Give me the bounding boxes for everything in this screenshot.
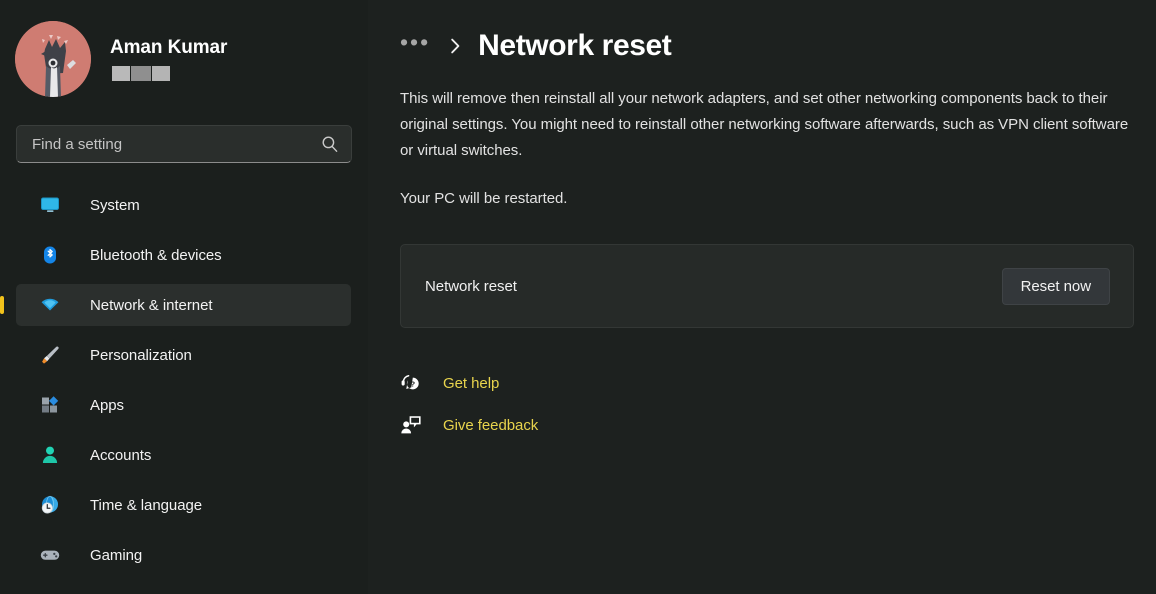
sidebar-item-apps[interactable]: Apps: [16, 384, 351, 426]
reset-now-button[interactable]: Reset now: [1001, 267, 1110, 305]
card-label: Network reset: [425, 277, 517, 295]
globe-clock-icon: [40, 495, 60, 515]
account-header[interactable]: Aman Kumar: [0, 19, 368, 99]
link-label: Give feedback: [443, 416, 539, 434]
svg-text:?: ?: [410, 380, 415, 389]
link-label: Get help: [443, 374, 500, 392]
sidebar-nav: System Bluetooth & devices Network & int…: [0, 184, 368, 576]
sidebar-item-system[interactable]: System: [16, 184, 351, 226]
wifi-icon: [40, 295, 60, 315]
give-feedback-link[interactable]: Give feedback: [400, 408, 538, 442]
sidebar-item-label: Bluetooth & devices: [90, 246, 222, 264]
sidebar-item-label: System: [90, 196, 140, 214]
sidebar-item-network-internet[interactable]: Network & internet: [16, 284, 351, 326]
user-avatar-illustration: [15, 21, 91, 97]
network-reset-card: Network reset Reset now: [400, 244, 1134, 328]
search-input[interactable]: [32, 135, 321, 153]
search-icon[interactable]: [321, 135, 339, 153]
person-icon: [40, 445, 60, 465]
sidebar-item-label: Network & internet: [90, 296, 213, 314]
account-name: Aman Kumar: [110, 37, 228, 58]
sidebar-item-label: Time & language: [90, 496, 203, 514]
redaction-block: [151, 66, 170, 81]
feedback-person-icon: [400, 414, 422, 436]
settings-sidebar: Aman Kumar Syste: [0, 0, 368, 594]
main-content: ••• Network reset This will remove then …: [368, 0, 1156, 594]
redaction-block: [131, 66, 151, 81]
chevron-right-icon: [450, 37, 461, 55]
breadcrumb: ••• Network reset: [400, 22, 1136, 70]
account-email-redacted: [112, 66, 170, 81]
page-title: Network reset: [478, 29, 672, 62]
help-question-icon: ?: [400, 372, 422, 394]
get-help-link[interactable]: ? Get help: [400, 366, 499, 400]
search-box[interactable]: [16, 125, 352, 163]
apps-grid-icon: [40, 395, 60, 415]
help-links: ? Get help Give feedback: [400, 366, 1136, 442]
sidebar-item-bluetooth-devices[interactable]: Bluetooth & devices: [16, 234, 351, 276]
sidebar-item-label: Personalization: [90, 346, 192, 364]
redaction-block: [112, 66, 131, 81]
bluetooth-icon: [40, 245, 60, 265]
gamepad-icon: [40, 545, 60, 565]
avatar[interactable]: [15, 21, 91, 97]
page-description: This will remove then reinstall all your…: [400, 90, 1129, 159]
paintbrush-icon: [40, 345, 60, 365]
sidebar-item-label: Accounts: [90, 446, 152, 464]
account-text: Aman Kumar: [110, 37, 227, 81]
sidebar-item-personalization[interactable]: Personalization: [16, 334, 351, 376]
sidebar-item-accounts[interactable]: Accounts: [16, 434, 351, 476]
sidebar-item-label: Apps: [90, 396, 124, 414]
sidebar-item-gaming[interactable]: Gaming: [16, 534, 351, 576]
monitor-icon: [40, 195, 60, 215]
sidebar-item-label: Gaming: [90, 546, 143, 564]
sidebar-item-time-language[interactable]: Time & language: [16, 484, 351, 526]
breadcrumb-overflow-button[interactable]: •••: [400, 30, 430, 57]
restart-note: Your PC will be restarted.: [400, 190, 568, 207]
